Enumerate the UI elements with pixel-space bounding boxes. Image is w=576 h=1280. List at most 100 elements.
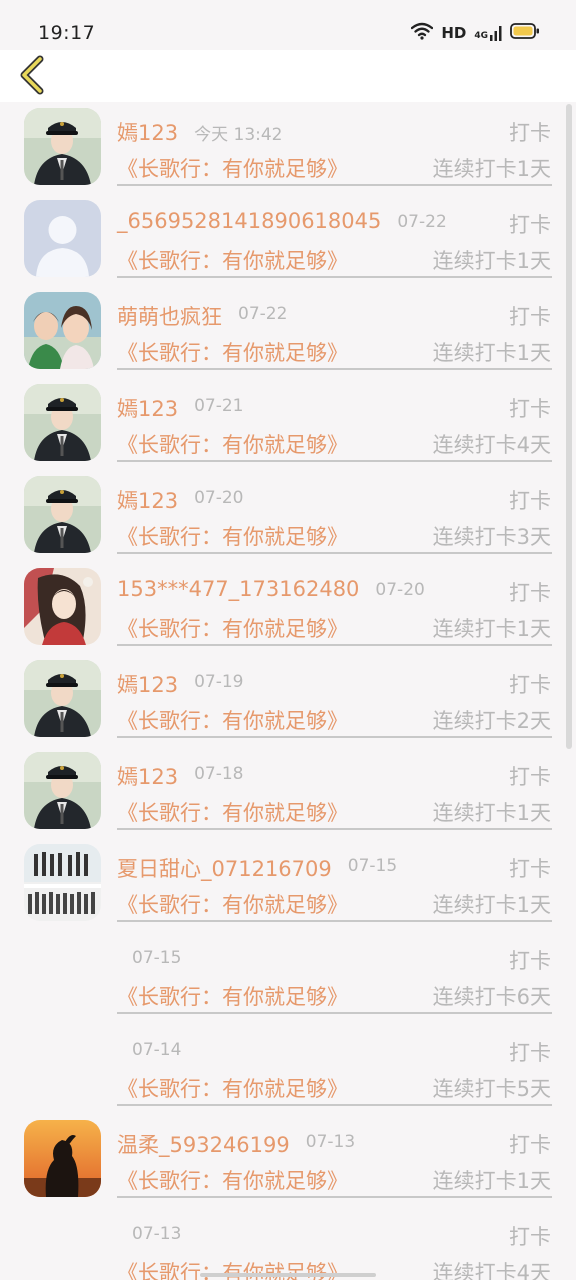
- book-title[interactable]: 《长歌行：有你就足够》: [117, 797, 348, 827]
- checkin-streak: 连续打卡1天: [432, 1169, 551, 1193]
- user-name[interactable]: 嫣123: [117, 761, 178, 791]
- checkin-action: 打卡: [509, 673, 551, 697]
- list-item[interactable]: 嫣123 07-18 打卡《长歌行：有你就足够》 连续打卡1天: [0, 746, 576, 838]
- user-name[interactable]: 萌萌也疯狂: [117, 301, 222, 331]
- avatar-sunset-icon[interactable]: [24, 1120, 101, 1197]
- user-name[interactable]: 嫣123: [117, 393, 178, 423]
- checkin-date: 07-20: [375, 580, 425, 600]
- checkin-date: 07-15: [132, 948, 182, 968]
- list-item[interactable]: 07-14 打卡 《长歌行：有你就足够》 连续打卡5天: [0, 1022, 576, 1114]
- list-item[interactable]: 07-15 打卡《长歌行：有你就足够》 连续打卡6天: [0, 930, 576, 1022]
- checkin-streak: 连续打卡6天: [432, 985, 551, 1009]
- book-title[interactable]: 《长歌行：有你就足够》: [117, 613, 348, 643]
- user-name[interactable]: 温柔_593246199: [117, 1129, 290, 1159]
- checkin-action: 打卡: [509, 1133, 551, 1157]
- top-nav-bar: [0, 50, 576, 102]
- checkin-streak: 连续打卡1天: [432, 341, 551, 365]
- back-button[interactable]: [12, 54, 52, 100]
- checkin-action: 打卡: [509, 1041, 551, 1065]
- checkin-streak: 连续打卡4天: [432, 433, 551, 457]
- list-item[interactable]: 夏日甜心_071216709 07-15 打卡《长歌行：有你就足够》 连续打卡1天: [0, 838, 576, 930]
- checkin-date: 07-18: [194, 764, 244, 784]
- user-name[interactable]: 嫣123: [117, 117, 178, 147]
- book-title[interactable]: 《长歌行：有你就足够》: [117, 245, 348, 275]
- list-item[interactable]: 07-13 打卡 《长歌行：有你就足够》 连续打卡4天: [0, 1206, 576, 1280]
- avatar-officer-icon[interactable]: [24, 384, 101, 461]
- checkin-date: 07-13: [305, 1132, 356, 1152]
- avatar-officer-icon[interactable]: [24, 476, 101, 553]
- checkin-action: 打卡: [509, 305, 551, 329]
- divider: [117, 1104, 552, 1106]
- avatar-group-icon[interactable]: [24, 844, 101, 921]
- checkin-streak: 连续打卡1天: [432, 617, 551, 641]
- book-title[interactable]: 《长歌行：有你就足够》: [117, 521, 348, 551]
- checkin-date: 07-13: [132, 1224, 182, 1244]
- checkin-streak: 连续打卡1天: [432, 249, 551, 273]
- divider: [117, 184, 552, 186]
- network-label: 4G: [474, 31, 488, 41]
- list-item[interactable]: 153***477_173162480 07-20 打卡《长歌行：有你就足够》 连续打…: [0, 562, 576, 654]
- list-item[interactable]: 嫣123 07-19 打卡 《长歌行：有你就足够》 连续打卡2天: [0, 654, 576, 746]
- wifi-icon: [411, 22, 434, 44]
- user-name[interactable]: 嫣123: [117, 485, 178, 515]
- checkin-action: 打卡: [509, 489, 551, 513]
- avatar-officer-icon[interactable]: [24, 752, 101, 829]
- divider: [117, 920, 552, 922]
- book-title[interactable]: 《长歌行：有你就足够》: [117, 889, 348, 919]
- avatar-illustration-icon[interactable]: [24, 568, 101, 645]
- book-title[interactable]: 《长歌行：有你就足够》: [117, 1165, 348, 1195]
- user-name[interactable]: _6569528141890618045: [117, 209, 381, 233]
- checkin-streak: 连续打卡1天: [432, 157, 551, 181]
- checkin-list[interactable]: 嫣123 今天 13:42 打卡 《长歌行：有你就足够》 连续打卡1天 _6569528…: [0, 102, 576, 1280]
- book-title[interactable]: 《长歌行：有你就足够》: [117, 337, 348, 367]
- home-indicator[interactable]: [200, 1273, 376, 1277]
- status-bar: 19:17 HD 4G: [0, 0, 576, 50]
- divider: [117, 1012, 552, 1014]
- list-item[interactable]: 嫣123 07-20 打卡《长歌行：有你就足够》 连续打卡3天: [0, 470, 576, 562]
- book-title[interactable]: 《长歌行：有你就足够》: [117, 705, 348, 735]
- checkin-date: 07-14: [132, 1040, 182, 1060]
- checkin-action: 打卡: [509, 213, 551, 237]
- checkin-streak: 连续打卡1天: [432, 893, 551, 917]
- checkin-streak: 连续打卡3天: [432, 525, 551, 549]
- checkin-date: 07-19: [194, 672, 244, 692]
- checkin-action: 打卡: [509, 1225, 551, 1249]
- checkin-streak: 连续打卡1天: [432, 801, 551, 825]
- user-name[interactable]: 夏日甜心_071216709: [117, 853, 332, 883]
- status-icons: HD 4G: [411, 22, 540, 44]
- checkin-action: 打卡: [509, 949, 551, 973]
- list-item[interactable]: 温柔_593246199 07-13 打卡《长歌行：有你就足够》 连续打卡1天: [0, 1114, 576, 1206]
- divider: [117, 736, 552, 738]
- checkin-action: 打卡: [509, 397, 551, 421]
- user-name[interactable]: 153***477_173162480: [117, 577, 359, 601]
- checkin-date: 07-15: [347, 856, 398, 876]
- hd-label: HD: [441, 24, 467, 42]
- divider: [117, 276, 552, 278]
- divider: [117, 368, 552, 370]
- book-title[interactable]: 《长歌行：有你就足够》: [117, 153, 348, 183]
- book-title[interactable]: 《长歌行：有你就足够》: [117, 429, 348, 459]
- checkin-date: 07-20: [194, 488, 244, 508]
- default-avatar-icon[interactable]: [24, 200, 101, 277]
- avatar-officer-icon[interactable]: [24, 660, 101, 737]
- book-title[interactable]: 《长歌行：有你就足够》: [117, 981, 348, 1011]
- checkin-action: 打卡: [509, 765, 551, 789]
- user-name[interactable]: 嫣123: [117, 669, 178, 699]
- battery-icon: [510, 22, 540, 44]
- checkin-action: 打卡: [509, 581, 551, 605]
- checkin-date: 07-21: [194, 396, 244, 416]
- book-title[interactable]: 《长歌行：有你就足够》: [117, 1073, 348, 1103]
- list-item[interactable]: _6569528141890618045 07-22 打卡 《长歌行：有你就足够》 连续…: [0, 194, 576, 286]
- list-item[interactable]: 萌萌也疯狂 07-22 打卡《长歌行：有你就足够》 连续打卡1天: [0, 286, 576, 378]
- list-item[interactable]: 嫣123 07-21 打卡《长歌行：有你就足够》 连续打卡4天: [0, 378, 576, 470]
- scrollbar[interactable]: [566, 104, 572, 749]
- checkin-date: 今天 13:42: [194, 125, 283, 145]
- checkin-date: 07-22: [238, 304, 288, 324]
- checkin-action: 打卡: [509, 857, 551, 881]
- signal-icon: 4G: [474, 25, 502, 41]
- divider: [117, 828, 552, 830]
- avatar-photo-icon[interactable]: [24, 292, 101, 369]
- avatar-officer-icon[interactable]: [24, 108, 101, 185]
- divider: [117, 644, 552, 646]
- list-item[interactable]: 嫣123 今天 13:42 打卡 《长歌行：有你就足够》 连续打卡1天: [0, 102, 576, 194]
